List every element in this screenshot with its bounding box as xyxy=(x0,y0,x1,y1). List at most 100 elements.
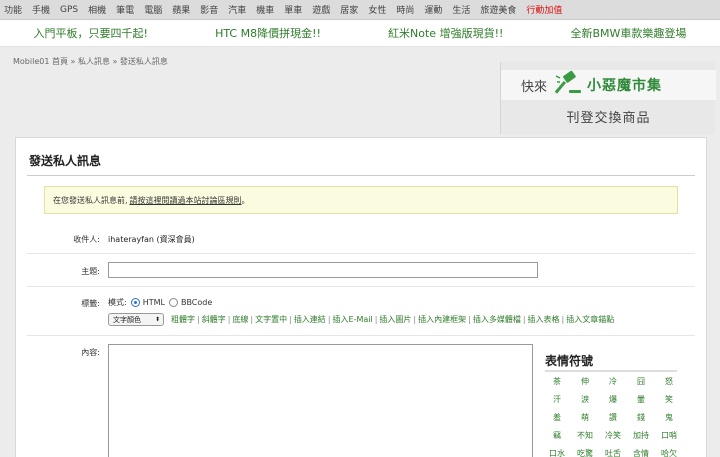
emoji-item[interactable]: 茶 xyxy=(543,376,571,387)
emoji-item[interactable]: 怒 xyxy=(655,376,683,387)
emoji-item[interactable]: 笑 xyxy=(655,394,683,405)
top-nav-item[interactable]: 遊戲 xyxy=(312,3,330,16)
emoji-item[interactable]: 囧 xyxy=(627,376,655,387)
formatting-toolbar: 文字顏色 ⬍ 粗體字 | 斜體字 | 底線 | 文字置中 | 插入連結 | 插入E-Mail | 插入圖… xyxy=(108,313,616,326)
top-nav-item[interactable]: 時尚 xyxy=(396,3,414,16)
emoji-divider xyxy=(545,370,677,372)
top-nav: 功能 手機 GPS 相機 筆電 電腦 蘋果 影音 汽車 機車 單車 遊戲 居家 女性 時尚 運動 生活 旅遊美食行… xyxy=(0,0,720,20)
emoji-item[interactable]: 口水 xyxy=(543,448,571,457)
emoji-item[interactable]: 含情 xyxy=(627,448,655,457)
top-nav-item[interactable]: 運動 xyxy=(424,3,442,16)
text-color-select[interactable]: 文字顏色 ⬍ xyxy=(108,313,164,326)
toolbar-link[interactable]: 插入連結 xyxy=(294,314,326,325)
top-nav-item[interactable]: 手機 xyxy=(32,3,50,16)
notice-end: 。 xyxy=(241,195,250,205)
toolbar-link[interactable]: 插入E-Mail xyxy=(333,314,373,325)
toolbar-separator: | xyxy=(561,315,565,324)
top-nav-item[interactable]: 生活 xyxy=(452,3,470,16)
top-nav-item[interactable]: 筆電 xyxy=(116,3,134,16)
emoji-item[interactable]: 汗 xyxy=(543,394,571,405)
content-textarea[interactable] xyxy=(108,344,533,457)
tags-label: 標籤: xyxy=(81,299,100,308)
toolbar-separator: | xyxy=(227,315,231,324)
compose-panel: 發送私人訊息 在您發送私人訊息前, 請按這裡閱讀過本站討論區規則 。 收件人: … xyxy=(15,137,707,457)
toolbar-separator: | xyxy=(289,315,292,324)
toolbar-link[interactable]: 插入圖片 xyxy=(379,314,411,325)
toolbar-separator: | xyxy=(327,315,331,324)
emoji-item[interactable]: 伸 xyxy=(571,376,599,387)
top-nav-item[interactable]: 功能 xyxy=(4,3,22,16)
toolbar-separator: | xyxy=(250,315,254,324)
html-radio-label[interactable]: HTML xyxy=(143,298,165,307)
emoji-item[interactable]: 冷 xyxy=(599,376,627,387)
emoji-item[interactable]: 加持 xyxy=(627,430,655,441)
promo-link-1[interactable]: 入門平板，只要四千起! xyxy=(34,25,148,41)
promo-link-2[interactable]: HTC M8降價拼現金!! xyxy=(215,25,321,41)
top-nav-item[interactable]: 單車 xyxy=(284,3,302,16)
toolbar-link[interactable]: 插入多媒體檔 xyxy=(473,314,521,325)
html-radio[interactable] xyxy=(130,298,140,307)
market-banner[interactable]: 快來 小惡魔市集 刊登交換商品 xyxy=(500,62,716,134)
subject-input[interactable] xyxy=(108,262,538,278)
banner-brand: 小惡魔市集 xyxy=(587,78,663,94)
emoji-item[interactable]: 鬼 xyxy=(655,412,683,423)
toolbar-separator: | xyxy=(413,315,417,324)
rules-notice: 在您發送私人訊息前, 請按這裡閱讀過本站討論區規則 。 xyxy=(44,186,678,214)
top-nav-item[interactable]: 電腦 xyxy=(144,3,162,16)
top-nav-item[interactable]: 機車 xyxy=(256,3,274,16)
emoji-item[interactable]: 哈欠 xyxy=(655,448,683,457)
emoji-item[interactable]: 讚 xyxy=(599,412,627,423)
promo-link-4[interactable]: 全新BMW車款樂趣登場 xyxy=(571,25,687,41)
subject-label: 主題: xyxy=(81,267,100,276)
breadcrumb[interactable]: Mobile01 首頁 » 私人訊息 » 發送私人訊息 xyxy=(13,56,168,67)
top-nav-item[interactable]: GPS xyxy=(60,5,78,15)
emoji-grid: 茶伸冷囧怒汗淚爆暈笑羞萌讚錢鬼竊不知 冷笑 加持 口哨口水 吃驚 吐舌 含情 哈欠 xyxy=(543,376,683,457)
toolbar-link[interactable]: 底線 xyxy=(232,314,248,325)
top-nav-item[interactable]: 蘋果 xyxy=(172,3,190,16)
emoji-item[interactable]: 萌 xyxy=(571,412,599,423)
emoji-item[interactable]: 口哨 xyxy=(655,430,683,441)
top-nav-item[interactable]: 女性 xyxy=(368,3,386,16)
emoji-item[interactable]: 羞 xyxy=(543,412,571,423)
promo-bar: 入門平板，只要四千起! HTC M8降價拼現金!! 紅米Note 增強版現貨!!… xyxy=(0,20,720,47)
recipient-label: 收件人: xyxy=(73,235,100,244)
top-nav-item[interactable]: 汽車 xyxy=(228,3,246,16)
emoji-item[interactable]: 爆 xyxy=(599,394,627,405)
top-nav-item[interactable]: 居家 xyxy=(340,3,358,16)
content-label: 內容: xyxy=(81,348,100,357)
editor-mode: 模式: HTML BBCode xyxy=(108,297,212,308)
toolbar-link[interactable]: 插入表格 xyxy=(528,314,560,325)
top-nav-item[interactable]: 相機 xyxy=(88,3,106,16)
top-nav-item[interactable]: 行動加值 xyxy=(526,3,562,16)
toolbar-link[interactable]: 斜體字 xyxy=(202,314,226,325)
emoji-item[interactable]: 吐舌 xyxy=(599,448,627,457)
emoji-title: 表情符號 xyxy=(545,354,594,368)
bbcode-radio[interactable] xyxy=(168,298,178,307)
notice-text: 在您發送私人訊息前, xyxy=(53,195,128,205)
recipient-value: ihaterayfan (資深會員) xyxy=(108,235,195,244)
emoji-item[interactable]: 暈 xyxy=(627,394,655,405)
title-divider xyxy=(27,175,695,176)
toolbar-separator: | xyxy=(374,315,378,324)
toolbar-separator: | xyxy=(197,315,200,324)
toolbar-separator: | xyxy=(468,315,471,324)
emoji-item[interactable]: 錢 xyxy=(627,412,655,423)
toolbar-link[interactable]: 文字置中 xyxy=(255,314,287,325)
emoji-item[interactable]: 不知 xyxy=(571,430,599,441)
bbcode-radio-label[interactable]: BBCode xyxy=(181,298,212,307)
top-nav-item[interactable]: 影音 xyxy=(200,3,218,16)
emoji-item[interactable]: 吃驚 xyxy=(571,448,599,457)
toolbar-link[interactable]: 粗體字 xyxy=(171,314,195,325)
gavel-icon xyxy=(554,70,583,100)
emoji-item[interactable]: 冷笑 xyxy=(599,430,627,441)
toolbar-link[interactable]: 插入內建框架 xyxy=(418,314,466,325)
rules-link[interactable]: 請按這裡閱讀過本站討論區規則 xyxy=(130,195,242,206)
row-divider xyxy=(27,286,695,287)
top-nav-item[interactable]: 旅遊美食 xyxy=(480,3,516,16)
emoji-item[interactable]: 淚 xyxy=(571,394,599,405)
toolbar-link[interactable]: 插入文章錨點 xyxy=(566,314,614,325)
emoji-item[interactable]: 竊 xyxy=(543,430,571,441)
mode-label: 模式: xyxy=(108,298,127,307)
banner-tagline: 刊登交換商品 xyxy=(566,110,651,126)
promo-link-3[interactable]: 紅米Note 增強版現貨!! xyxy=(388,25,503,41)
